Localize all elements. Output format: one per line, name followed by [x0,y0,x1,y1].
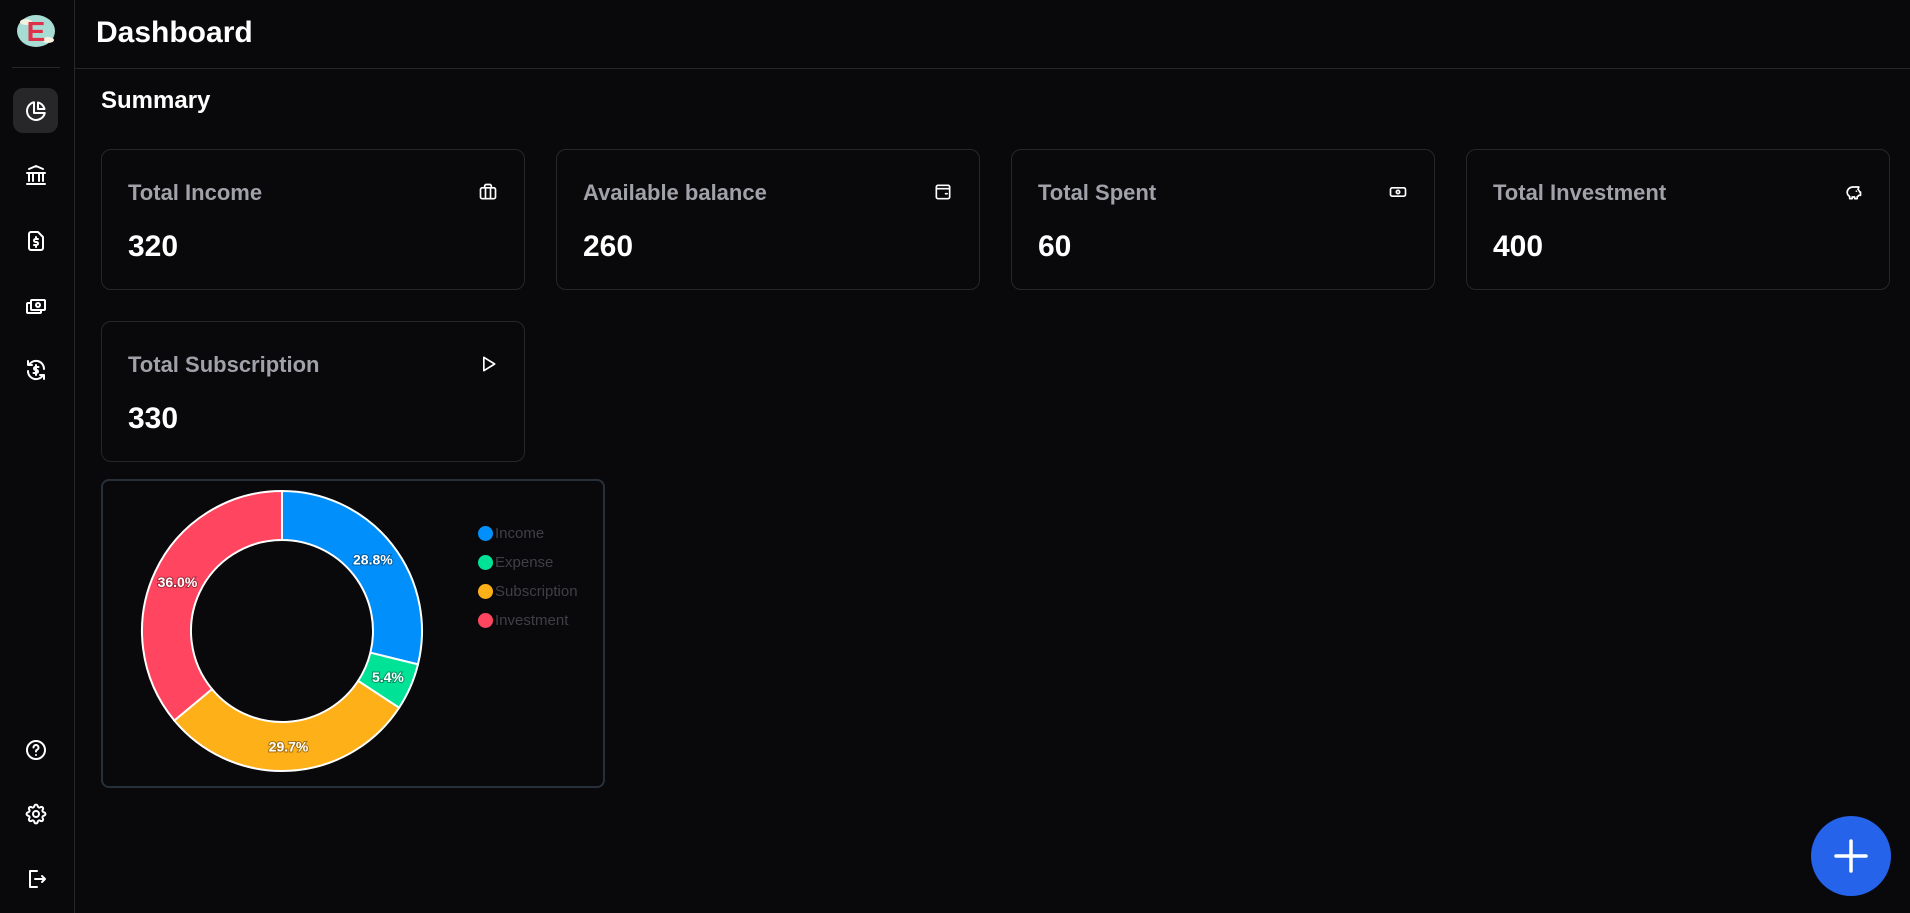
card-available-balance: Available balance 260 [556,149,980,290]
header: Dashboard [75,0,1910,69]
legend-marker [478,526,493,541]
card-label: Total Spent [1038,180,1157,205]
sidebar: E [0,0,75,913]
card-label: Total Income [128,180,263,205]
card-value: 320 [128,230,179,263]
card-total-subscription: Total Subscription 330 [101,321,525,462]
sidebar-item-invoices[interactable] [13,218,58,263]
legend-marker [478,613,493,628]
legend-label: Investment [495,612,569,629]
logout-icon [28,869,46,888]
sidebar-item-logout[interactable] [13,856,58,901]
donut-slice-subscription[interactable] [172,679,401,772]
settings-icon [25,803,46,824]
sidebar-item-help[interactable] [13,727,58,772]
donut-data-label: 5.4% [372,669,404,685]
card-total-income: Total Income 320 [101,149,525,290]
legend-marker [478,584,493,599]
card-value: 60 [1038,230,1072,263]
legend-marker [478,555,493,570]
cash-icon [1388,182,1408,202]
play-icon [478,354,498,374]
wallet-icon [933,182,953,202]
sidebar-item-accounts[interactable] [13,152,58,197]
chart-pie-icon [25,100,46,121]
legend-item-investment[interactable]: Investment [478,606,578,635]
card-value: 260 [583,230,634,263]
sidebar-item-dashboard[interactable] [13,88,58,133]
briefcase-icon [478,182,498,202]
legend-label: Income [495,525,545,542]
card-label: Total Subscription [128,352,320,377]
card-value: 330 [128,402,179,435]
legend-item-income[interactable]: Income [478,519,578,548]
sidebar-item-settings[interactable] [13,791,58,836]
bank-icon [25,164,46,185]
card-value: 400 [1493,230,1544,263]
donut-slice-income[interactable] [281,489,423,666]
sidebar-item-expenses[interactable] [13,283,58,328]
legend-item-expense[interactable]: Expense [478,548,578,577]
donut-data-label: 29.7% [269,738,309,754]
sidebar-item-subscriptions[interactable] [13,347,58,392]
card-total-investment: Total Investment 400 [1466,149,1890,290]
legend-item-subscription[interactable]: Subscription [478,577,578,606]
piggy-bank-icon [1843,182,1863,202]
logo-letter: E [27,16,46,47]
cash-icon [25,298,46,314]
app-logo[interactable]: E [14,10,58,50]
plus-icon [1834,839,1868,873]
recurring-dollar-icon [26,359,45,380]
sidebar-divider [12,67,60,68]
donut-data-label: 36.0% [158,574,198,590]
help-icon [25,739,46,760]
section-title: Summary [101,87,211,114]
file-dollar-icon [27,230,44,251]
card-total-spent: Total Spent 60 [1011,149,1435,290]
add-button[interactable] [1811,816,1891,896]
chart-legend: Income Expense Subscription Investment [478,519,578,635]
legend-label: Expense [495,554,554,571]
donut-slice-investment[interactable] [141,489,283,722]
card-label: Available balance [583,180,767,205]
legend-label: Subscription [495,583,578,600]
donut-data-label: 28.8% [353,552,393,568]
donut-chart-card: 28.8% 5.4% 29.7% 36.0% Income Expense Subscri… [101,479,605,788]
card-label: Total Investment [1493,180,1667,205]
page-title: Dashboard [96,16,253,49]
